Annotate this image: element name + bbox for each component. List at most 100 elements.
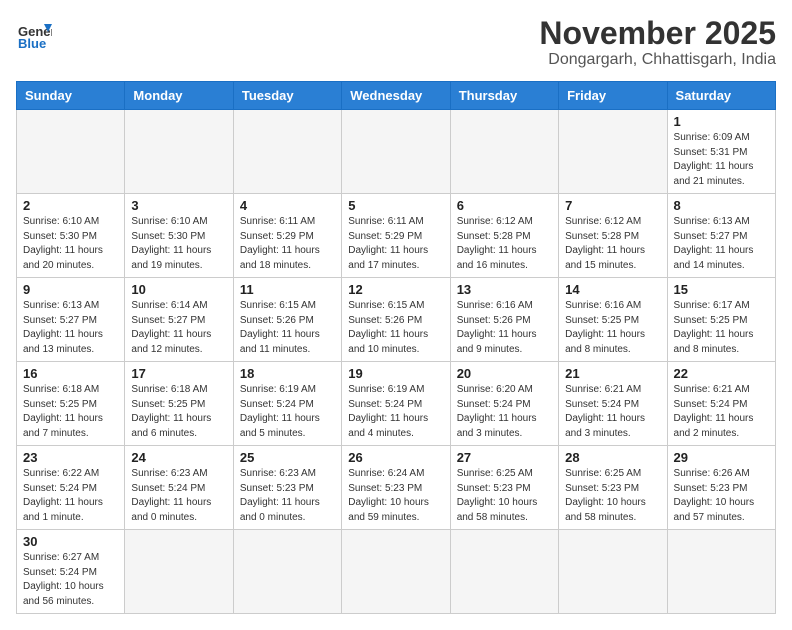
day-info: Sunrise: 6:18 AM Sunset: 5:25 PM Dayligh… [23, 383, 118, 441]
calendar-row: 9 Sunrise: 6:13 AM Sunset: 5:27 PM Daylig… [17, 278, 776, 362]
day-info: Sunrise: 6:19 AM Sunset: 5:24 PM Dayligh… [240, 383, 335, 441]
weekday-header-row: Sunday Monday Tuesday Wednesday Thursday… [17, 82, 776, 110]
day-number: 27 [457, 450, 552, 465]
table-row [233, 110, 341, 194]
table-row: 24 Sunrise: 6:23 AM Sunset: 5:24 PM Dayli… [125, 446, 233, 530]
day-info: Sunrise: 6:26 AM Sunset: 5:23 PM Dayligh… [674, 467, 769, 525]
table-row [125, 530, 233, 614]
logo-icon: General Blue [16, 16, 52, 52]
table-row: 29 Sunrise: 6:26 AM Sunset: 5:23 PM Dayli… [667, 446, 775, 530]
day-number: 5 [348, 198, 443, 213]
day-number: 10 [131, 282, 226, 297]
day-info: Sunrise: 6:12 AM Sunset: 5:28 PM Dayligh… [565, 215, 660, 273]
header-thursday: Thursday [450, 82, 558, 110]
table-row: 21Sunrise: 6:21 AM Sunset: 5:24 PM Dayli… [559, 362, 667, 446]
day-number: 26 [348, 450, 443, 465]
table-row: 14 Sunrise: 6:16 AM Sunset: 5:25 PM Dayli… [559, 278, 667, 362]
table-row: 28Sunrise: 6:25 AM Sunset: 5:23 PM Dayli… [559, 446, 667, 530]
table-row [233, 530, 341, 614]
day-info: Sunrise: 6:21 AM Sunset: 5:24 PM Dayligh… [674, 383, 769, 441]
header-saturday: Saturday [667, 82, 775, 110]
table-row [17, 110, 125, 194]
table-row: 2Sunrise: 6:10 AM Sunset: 5:30 PM Daylig… [17, 194, 125, 278]
day-number: 25 [240, 450, 335, 465]
day-number: 19 [348, 366, 443, 381]
day-info: Sunrise: 6:16 AM Sunset: 5:26 PM Dayligh… [457, 299, 552, 357]
day-info: Sunrise: 6:14 AM Sunset: 5:27 PM Dayligh… [131, 299, 226, 357]
day-number: 24 [131, 450, 226, 465]
table-row [450, 530, 558, 614]
calendar-row: 1 Sunrise: 6:09 AM Sunset: 5:31 PM Daylig… [17, 110, 776, 194]
day-info: Sunrise: 6:20 AM Sunset: 5:24 PM Dayligh… [457, 383, 552, 441]
day-number: 4 [240, 198, 335, 213]
day-number: 1 [674, 114, 769, 129]
day-number: 15 [674, 282, 769, 297]
day-number: 8 [674, 198, 769, 213]
table-row [667, 530, 775, 614]
day-info: Sunrise: 6:25 AM Sunset: 5:23 PM Dayligh… [457, 467, 552, 525]
calendar-row: 30 Sunrise: 6:27 AM Sunset: 5:24 PM Dayli… [17, 530, 776, 614]
table-row: 10 Sunrise: 6:14 AM Sunset: 5:27 PM Dayli… [125, 278, 233, 362]
day-info: Sunrise: 6:23 AM Sunset: 5:23 PM Dayligh… [240, 467, 335, 525]
day-number: 17 [131, 366, 226, 381]
table-row: 16Sunrise: 6:18 AM Sunset: 5:25 PM Dayli… [17, 362, 125, 446]
header-tuesday: Tuesday [233, 82, 341, 110]
table-row: 3 Sunrise: 6:10 AM Sunset: 5:30 PM Daylig… [125, 194, 233, 278]
day-number: 7 [565, 198, 660, 213]
table-row: 27 Sunrise: 6:25 AM Sunset: 5:23 PM Dayli… [450, 446, 558, 530]
day-info: Sunrise: 6:13 AM Sunset: 5:27 PM Dayligh… [23, 299, 118, 357]
table-row: 18 Sunrise: 6:19 AM Sunset: 5:24 PM Dayli… [233, 362, 341, 446]
day-info: Sunrise: 6:22 AM Sunset: 5:24 PM Dayligh… [23, 467, 118, 525]
day-number: 11 [240, 282, 335, 297]
day-info: Sunrise: 6:24 AM Sunset: 5:23 PM Dayligh… [348, 467, 443, 525]
day-number: 30 [23, 534, 118, 549]
day-number: 14 [565, 282, 660, 297]
table-row: 30 Sunrise: 6:27 AM Sunset: 5:24 PM Dayli… [17, 530, 125, 614]
table-row: 25 Sunrise: 6:23 AM Sunset: 5:23 PM Dayli… [233, 446, 341, 530]
day-number: 3 [131, 198, 226, 213]
calendar-table: Sunday Monday Tuesday Wednesday Thursday… [16, 81, 776, 614]
day-info: Sunrise: 6:10 AM Sunset: 5:30 PM Dayligh… [23, 215, 118, 273]
table-row: 12 Sunrise: 6:15 AM Sunset: 5:26 PM Dayli… [342, 278, 450, 362]
day-info: Sunrise: 6:13 AM Sunset: 5:27 PM Dayligh… [674, 215, 769, 273]
day-number: 23 [23, 450, 118, 465]
day-info: Sunrise: 6:27 AM Sunset: 5:24 PM Dayligh… [23, 551, 118, 609]
day-info: Sunrise: 6:12 AM Sunset: 5:28 PM Dayligh… [457, 215, 552, 273]
header-monday: Monday [125, 82, 233, 110]
calendar-row: 2Sunrise: 6:10 AM Sunset: 5:30 PM Daylig… [17, 194, 776, 278]
table-row: 22 Sunrise: 6:21 AM Sunset: 5:24 PM Dayli… [667, 362, 775, 446]
day-info: Sunrise: 6:23 AM Sunset: 5:24 PM Dayligh… [131, 467, 226, 525]
day-number: 21 [565, 366, 660, 381]
day-number: 12 [348, 282, 443, 297]
page-header: General Blue November 2025 Dongargarh, C… [16, 16, 776, 69]
table-row: 26 Sunrise: 6:24 AM Sunset: 5:23 PM Dayli… [342, 446, 450, 530]
day-number: 9 [23, 282, 118, 297]
table-row: 1 Sunrise: 6:09 AM Sunset: 5:31 PM Daylig… [667, 110, 775, 194]
day-info: Sunrise: 6:16 AM Sunset: 5:25 PM Dayligh… [565, 299, 660, 357]
table-row [342, 530, 450, 614]
day-number: 22 [674, 366, 769, 381]
day-number: 20 [457, 366, 552, 381]
table-row: 6 Sunrise: 6:12 AM Sunset: 5:28 PM Daylig… [450, 194, 558, 278]
header-sunday: Sunday [17, 82, 125, 110]
calendar-row: 23 Sunrise: 6:22 AM Sunset: 5:24 PM Dayli… [17, 446, 776, 530]
table-row [559, 110, 667, 194]
day-info: Sunrise: 6:11 AM Sunset: 5:29 PM Dayligh… [348, 215, 443, 273]
day-number: 13 [457, 282, 552, 297]
day-info: Sunrise: 6:19 AM Sunset: 5:24 PM Dayligh… [348, 383, 443, 441]
table-row: 20 Sunrise: 6:20 AM Sunset: 5:24 PM Dayli… [450, 362, 558, 446]
day-info: Sunrise: 6:15 AM Sunset: 5:26 PM Dayligh… [348, 299, 443, 357]
day-info: Sunrise: 6:25 AM Sunset: 5:23 PM Dayligh… [565, 467, 660, 525]
table-row [559, 530, 667, 614]
day-number: 18 [240, 366, 335, 381]
day-number: 6 [457, 198, 552, 213]
day-info: Sunrise: 6:09 AM Sunset: 5:31 PM Dayligh… [674, 131, 769, 189]
day-info: Sunrise: 6:10 AM Sunset: 5:30 PM Dayligh… [131, 215, 226, 273]
day-number: 29 [674, 450, 769, 465]
title-area: November 2025 Dongargarh, Chhattisgarh, … [539, 16, 776, 69]
day-info: Sunrise: 6:18 AM Sunset: 5:25 PM Dayligh… [131, 383, 226, 441]
table-row: 15Sunrise: 6:17 AM Sunset: 5:25 PM Dayli… [667, 278, 775, 362]
table-row [450, 110, 558, 194]
table-row: 13 Sunrise: 6:16 AM Sunset: 5:26 PM Dayli… [450, 278, 558, 362]
location: Dongargarh, Chhattisgarh, India [539, 51, 776, 69]
